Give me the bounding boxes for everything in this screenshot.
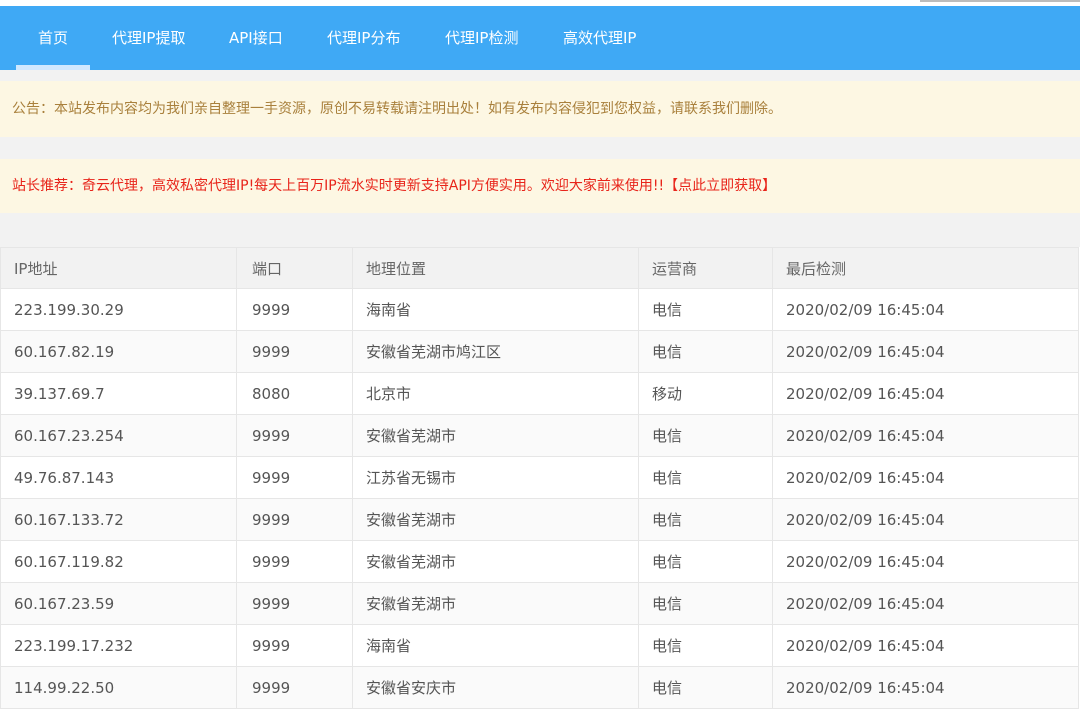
nav-home[interactable]: 首页 [15,6,91,70]
cell-isp: 电信 [638,666,773,709]
cell-port: 8080 [236,372,353,415]
cell-ip: 223.199.17.232 [0,624,237,667]
cell-location: 安徽省芜湖市 [352,414,639,457]
recommendation-text: 站长推荐：奇云代理，高效私密代理IP!每天上百万IP流水实时更新支持API方便实… [12,178,665,194]
table-row: 223.199.17.232 9999 海南省 电信 2020/02/09 16… [0,624,1079,667]
cell-location: 安徽省芜湖市 [352,582,639,625]
cell-ip: 60.167.23.59 [0,582,237,625]
recommendation-banner: 站长推荐：奇云代理，高效私密代理IP!每天上百万IP流水实时更新支持API方便实… [0,159,1080,213]
header-isp: 运营商 [638,247,773,289]
nav-proxy-distribution[interactable]: 代理IP分布 [327,6,400,70]
announcement-banner: 公告：本站发布内容均为我们亲自整理一手资源，原创不易转载请注明出处！如有发布内容… [0,81,1080,137]
cell-location: 安徽省芜湖市鸠江区 [352,330,639,373]
cell-isp: 电信 [638,582,773,625]
proxy-ip-table: IP地址 端口 地理位置 运营商 最后检测 223.199.30.29 9999… [0,247,1079,709]
cell-location: 安徽省芜湖市 [352,540,639,583]
cell-isp: 电信 [638,414,773,457]
cell-ip: 60.167.23.254 [0,414,237,457]
cell-isp: 移动 [638,372,773,415]
cell-ip: 223.199.30.29 [0,288,237,331]
cell-port: 9999 [236,582,353,625]
cell-last-checked: 2020/02/09 16:45:04 [772,582,1079,625]
cell-ip: 60.167.82.19 [0,330,237,373]
cell-last-checked: 2020/02/09 16:45:04 [772,414,1079,457]
cell-location: 安徽省芜湖市 [352,498,639,541]
cell-port: 9999 [236,540,353,583]
cell-location: 江苏省无锡市 [352,456,639,499]
cell-last-checked: 2020/02/09 16:45:04 [772,330,1079,373]
top-strip-divider [920,0,1080,2]
nav-efficient-proxy[interactable]: 高效代理IP [563,6,636,70]
cell-ip: 49.76.87.143 [0,456,237,499]
cell-location: 海南省 [352,624,639,667]
cell-ip: 114.99.22.50 [0,666,237,709]
cell-last-checked: 2020/02/09 16:45:04 [772,666,1079,709]
cell-location: 北京市 [352,372,639,415]
cell-isp: 电信 [638,330,773,373]
header-location: 地理位置 [352,247,639,289]
table-row: 49.76.87.143 9999 江苏省无锡市 电信 2020/02/09 1… [0,456,1079,499]
cell-port: 9999 [236,624,353,667]
cell-last-checked: 2020/02/09 16:45:04 [772,288,1079,331]
cell-port: 9999 [236,498,353,541]
cell-last-checked: 2020/02/09 16:45:04 [772,540,1079,583]
cell-isp: 电信 [638,624,773,667]
cell-last-checked: 2020/02/09 16:45:04 [772,624,1079,667]
cell-ip: 60.167.119.82 [0,540,237,583]
cell-port: 9999 [236,666,353,709]
cell-location: 海南省 [352,288,639,331]
header-ip: IP地址 [0,247,237,289]
table-row: 60.167.119.82 9999 安徽省芜湖市 电信 2020/02/09 … [0,540,1079,583]
nav-api[interactable]: API接口 [229,6,283,70]
header-last-checked: 最后检测 [772,247,1079,289]
cell-isp: 电信 [638,456,773,499]
table-row: 60.167.23.254 9999 安徽省芜湖市 电信 2020/02/09 … [0,414,1079,457]
table-row: 60.167.23.59 9999 安徽省芜湖市 电信 2020/02/09 1… [0,582,1079,625]
table-row: 60.167.133.72 9999 安徽省芜湖市 电信 2020/02/09 … [0,498,1079,541]
table-header-row: IP地址 端口 地理位置 运营商 最后检测 [0,247,1079,289]
main-navbar: 首页 代理IP提取 API接口 代理IP分布 代理IP检测 高效代理IP [0,6,1080,70]
cell-port: 9999 [236,414,353,457]
cell-last-checked: 2020/02/09 16:45:04 [772,456,1079,499]
cell-port: 9999 [236,330,353,373]
cell-ip: 60.167.133.72 [0,498,237,541]
table-row: 39.137.69.7 8080 北京市 移动 2020/02/09 16:45… [0,372,1079,415]
cell-port: 9999 [236,456,353,499]
cell-port: 9999 [236,288,353,331]
cell-isp: 电信 [638,540,773,583]
table-row: 223.199.30.29 9999 海南省 电信 2020/02/09 16:… [0,288,1079,331]
table-row: 60.167.82.19 9999 安徽省芜湖市鸠江区 电信 2020/02/0… [0,330,1079,373]
cell-isp: 电信 [638,288,773,331]
proxy-table-container: IP地址 端口 地理位置 运营商 最后检测 223.199.30.29 9999… [0,247,1080,710]
cell-isp: 电信 [638,498,773,541]
cell-last-checked: 2020/02/09 16:45:04 [772,498,1079,541]
header-port: 端口 [236,247,353,289]
announcement-text: 公告：本站发布内容均为我们亲自整理一手资源，原创不易转载请注明出处！如有发布内容… [12,101,782,117]
cell-location: 安徽省安庆市 [352,666,639,709]
nav-proxy-check[interactable]: 代理IP检测 [445,6,518,70]
page: 首页 代理IP提取 API接口 代理IP分布 代理IP检测 高效代理IP 公告：… [0,0,1080,710]
table-row: 114.99.22.50 9999 安徽省安庆市 电信 2020/02/09 1… [0,666,1079,709]
cell-ip: 39.137.69.7 [0,372,237,415]
cell-last-checked: 2020/02/09 16:45:04 [772,372,1079,415]
nav-proxy-extract[interactable]: 代理IP提取 [112,6,185,70]
get-now-link[interactable]: 【点此立即获取】 [664,178,776,194]
